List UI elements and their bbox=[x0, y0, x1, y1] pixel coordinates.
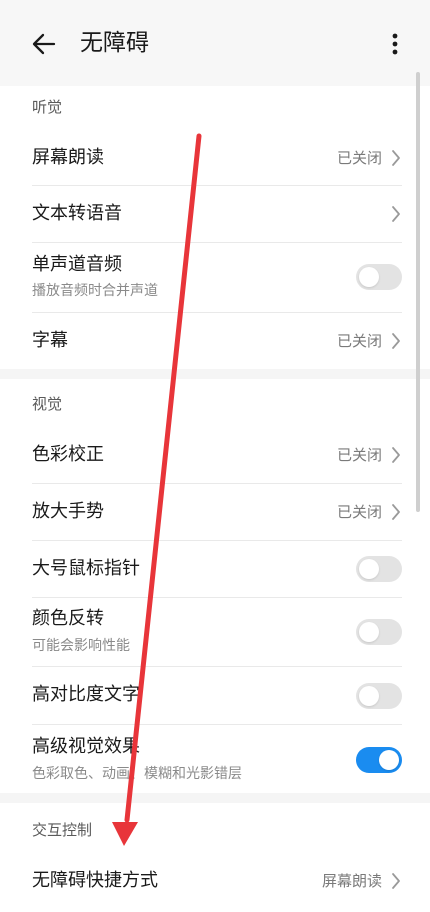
setting-subtitle: 可能会影响性能 bbox=[32, 638, 130, 654]
setting-label: 屏幕朗读 bbox=[32, 147, 104, 168]
toggle-knob bbox=[359, 559, 379, 579]
mono-audio-toggle[interactable] bbox=[356, 264, 402, 290]
setting-captions[interactable]: 字幕 已关闭 bbox=[0, 313, 430, 369]
setting-label: 色彩校正 bbox=[32, 444, 104, 465]
toggle-knob bbox=[359, 686, 379, 706]
scrollbar[interactable] bbox=[416, 72, 420, 512]
chevron-right-icon bbox=[392, 504, 400, 520]
setting-status: 已关闭 bbox=[336, 149, 382, 167]
setting-label: 无障碍快捷方式 bbox=[32, 870, 158, 891]
page-title: 无障碍 bbox=[80, 30, 149, 56]
setting-status: 已关闭 bbox=[336, 332, 382, 350]
chevron-right-icon bbox=[392, 150, 400, 166]
setting-label: 字幕 bbox=[32, 330, 68, 351]
toggle-knob bbox=[379, 750, 399, 770]
more-options-button[interactable] bbox=[380, 24, 410, 64]
setting-color-correction[interactable]: 色彩校正 已关闭 bbox=[0, 427, 430, 483]
setting-subtitle: 色彩取色、动画、模糊和光影错层 bbox=[32, 766, 242, 782]
setting-label: 高对比度文字 bbox=[32, 684, 140, 705]
setting-label: 文本转语音 bbox=[32, 203, 122, 224]
advanced-visual-effects-toggle[interactable] bbox=[356, 747, 402, 773]
vision-section: 视觉 色彩校正 已关闭 放大手势 已关闭 大号鼠标指针 颜色反转 可能会影响性能… bbox=[0, 379, 430, 793]
accessibility-screen: 无障碍 听觉 屏幕朗读 已关闭 文本转语音 单声道音频 播放音频时合并声道 字幕… bbox=[0, 0, 430, 912]
setting-large-pointer[interactable]: 大号鼠标指针 bbox=[0, 541, 430, 597]
setting-mono-audio[interactable]: 单声道音频 播放音频时合并声道 bbox=[0, 243, 430, 312]
setting-text-to-speech[interactable]: 文本转语音 bbox=[0, 186, 430, 242]
setting-subtitle: 播放音频时合并声道 bbox=[32, 283, 158, 299]
setting-accessibility-shortcut[interactable]: 无障碍快捷方式 屏幕朗读 bbox=[0, 853, 430, 909]
setting-screen-reader[interactable]: 屏幕朗读 已关闭 bbox=[0, 130, 430, 185]
hearing-section: 听觉 屏幕朗读 已关闭 文本转语音 单声道音频 播放音频时合并声道 字幕 已关闭 bbox=[0, 86, 430, 369]
back-button[interactable] bbox=[24, 24, 64, 64]
section-header-hearing: 听觉 bbox=[32, 98, 63, 116]
app-bar: 无障碍 bbox=[0, 0, 430, 86]
setting-label: 单声道音频 bbox=[32, 254, 122, 275]
setting-magnification[interactable]: 放大手势 已关闭 bbox=[0, 484, 430, 540]
setting-label: 颜色反转 bbox=[32, 608, 104, 629]
color-inversion-toggle[interactable] bbox=[356, 619, 402, 645]
setting-status: 屏幕朗读 bbox=[321, 872, 382, 890]
chevron-right-icon bbox=[392, 447, 400, 463]
setting-label: 高级视觉效果 bbox=[32, 736, 140, 757]
setting-status: 已关闭 bbox=[336, 503, 382, 521]
large-pointer-toggle[interactable] bbox=[356, 556, 402, 582]
section-header-vision: 视觉 bbox=[32, 395, 63, 413]
setting-status: 已关闭 bbox=[336, 446, 382, 464]
more-vertical-icon bbox=[392, 33, 398, 55]
section-header-interaction: 交互控制 bbox=[32, 821, 93, 839]
setting-high-contrast-text[interactable]: 高对比度文字 bbox=[0, 667, 430, 724]
chevron-right-icon bbox=[392, 333, 400, 349]
arrow-left-icon bbox=[32, 33, 56, 55]
setting-label: 放大手势 bbox=[32, 501, 104, 522]
interaction-section: 交互控制 无障碍快捷方式 屏幕朗读 bbox=[0, 803, 430, 912]
chevron-right-icon bbox=[392, 873, 400, 889]
chevron-right-icon bbox=[392, 206, 400, 222]
toggle-knob bbox=[359, 267, 379, 287]
high-contrast-text-toggle[interactable] bbox=[356, 683, 402, 709]
setting-advanced-visual-effects[interactable]: 高级视觉效果 色彩取色、动画、模糊和光影错层 bbox=[0, 725, 430, 793]
setting-label: 大号鼠标指针 bbox=[32, 558, 140, 579]
setting-color-inversion[interactable]: 颜色反转 可能会影响性能 bbox=[0, 598, 430, 666]
toggle-knob bbox=[359, 622, 379, 642]
